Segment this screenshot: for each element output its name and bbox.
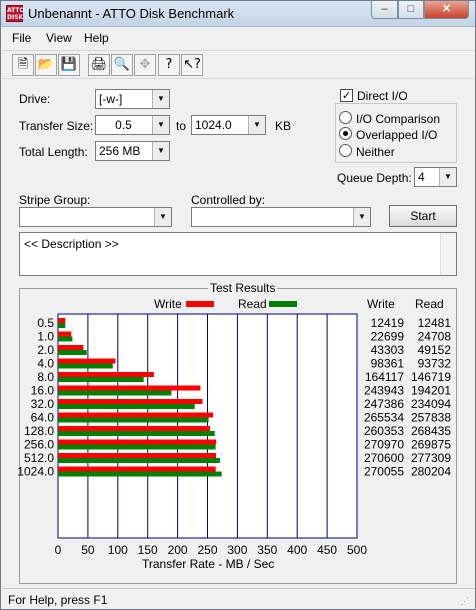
y-category-label: 4.0 xyxy=(37,357,54,371)
read-bar xyxy=(58,417,209,423)
write-value-label: 22699 xyxy=(371,330,405,344)
write-bar xyxy=(58,399,203,404)
read-value-label: 24708 xyxy=(418,330,452,344)
write-bar xyxy=(58,331,72,337)
write-bar xyxy=(58,453,217,458)
read-bar xyxy=(58,350,87,355)
write-bar xyxy=(58,358,116,364)
x-tick-label: 50 xyxy=(81,543,95,557)
read-value-label: 146719 xyxy=(411,370,451,384)
read-value-label: 280204 xyxy=(411,465,451,479)
x-tick-label: 350 xyxy=(257,543,277,557)
write-bar xyxy=(58,426,211,431)
read-bar xyxy=(58,404,195,409)
write-bar xyxy=(58,318,66,323)
y-category-label: 256.0 xyxy=(24,438,54,452)
read-value-label: 269875 xyxy=(411,438,451,452)
write-value-label: 270970 xyxy=(364,438,404,452)
write-value-label: 164117 xyxy=(365,370,404,384)
read-bar xyxy=(58,444,216,450)
app-window: ATTO DISK Unbenannt - ATTO Disk Benchmar… xyxy=(0,0,476,610)
read-value-label: 268435 xyxy=(411,424,451,438)
y-category-label: 128.0 xyxy=(24,424,54,438)
resize-grip-icon[interactable]: ⋰ xyxy=(460,595,472,607)
write-bar xyxy=(58,372,154,377)
transfer-rate-chart: 0 50 100 150 200 250 300 350 400 450 500 0.5 12419 12… xyxy=(17,313,452,557)
write-bar xyxy=(58,385,201,391)
x-tick-label: 300 xyxy=(227,543,247,557)
y-category-label: 64.0 xyxy=(31,411,55,425)
read-value-label: 49152 xyxy=(418,343,452,357)
status-text: For Help, press F1 xyxy=(8,593,108,607)
read-value-label: 93732 xyxy=(418,357,452,371)
read-bar xyxy=(58,471,222,477)
write-value-label: 265534 xyxy=(364,411,404,425)
read-value-label: 234094 xyxy=(411,397,451,411)
x-tick-label: 200 xyxy=(168,543,188,557)
read-value-label: 277309 xyxy=(411,451,451,465)
read-value-label: 257838 xyxy=(411,411,451,425)
read-bar xyxy=(58,377,144,382)
y-category-label: 2.0 xyxy=(37,343,54,357)
write-value-label: 98361 xyxy=(371,357,405,371)
read-bar xyxy=(58,431,215,436)
x-tick-label: 500 xyxy=(347,543,367,557)
read-bar xyxy=(58,390,172,396)
write-bar xyxy=(58,466,216,472)
read-bar xyxy=(58,458,220,463)
y-category-label: 16.0 xyxy=(31,384,55,398)
write-value-label: 243943 xyxy=(364,384,404,398)
write-bar xyxy=(58,345,84,350)
x-tick-label: 150 xyxy=(138,543,158,557)
y-category-label: 32.0 xyxy=(31,397,55,411)
write-value-label: 270600 xyxy=(364,451,404,465)
write-value-label: 260353 xyxy=(364,424,404,438)
read-bar xyxy=(58,336,73,342)
write-value-label: 270055 xyxy=(364,465,404,479)
x-tick-label: 450 xyxy=(317,543,337,557)
read-bar xyxy=(58,363,113,369)
x-tick-label: 0 xyxy=(55,543,62,557)
write-value-label: 12419 xyxy=(371,316,405,330)
write-value-label: 247386 xyxy=(364,397,404,411)
read-value-label: 194201 xyxy=(411,384,451,398)
read-value-label: 12481 xyxy=(418,316,452,330)
y-category-label: 512.0 xyxy=(24,451,54,465)
write-bar xyxy=(58,439,217,445)
write-bar xyxy=(58,412,214,418)
x-axis-label: Transfer Rate - MB / Sec xyxy=(142,557,275,571)
y-category-label: 1024.0 xyxy=(17,465,54,479)
y-category-label: 1.0 xyxy=(37,330,54,344)
y-category-label: 0.5 xyxy=(37,316,54,330)
x-tick-label: 100 xyxy=(108,543,128,557)
x-tick-label: 400 xyxy=(287,543,307,557)
read-bar xyxy=(58,323,66,328)
status-bar: For Help, press F1 ⋰ xyxy=(2,588,474,609)
y-category-label: 8.0 xyxy=(37,370,54,384)
write-value-label: 43303 xyxy=(371,343,405,357)
x-tick-label: 250 xyxy=(197,543,217,557)
